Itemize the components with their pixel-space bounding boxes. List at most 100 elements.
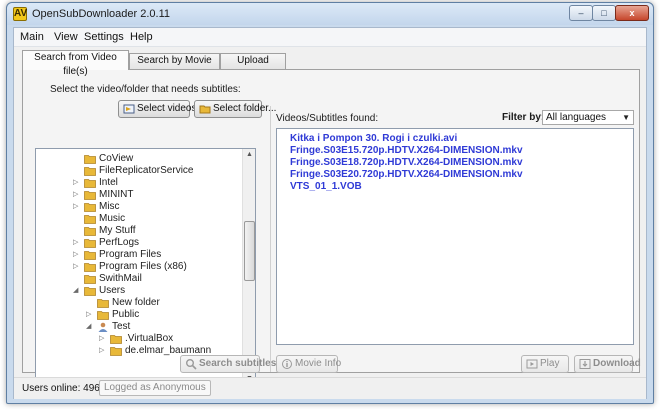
select-folder-button[interactable]: Select folder... — [194, 100, 276, 118]
close-button[interactable]: x — [615, 5, 649, 21]
tab-panel: Select the video/folder that needs subti… — [22, 69, 641, 385]
search-subtitles-button[interactable]: Search subtitles — [180, 355, 276, 373]
list-item[interactable]: Fringe.S03E18.720p.HDTV.X264-DIMENSION.m… — [290, 157, 523, 168]
folder-icon — [97, 299, 109, 308]
found-files-list[interactable]: Kitka i Pompon 30. Rogi i czulki.avi Frin… — [276, 128, 634, 345]
menu-settings[interactable]: Settings — [84, 31, 124, 43]
app-logo-icon: AV — [13, 7, 28, 21]
tree-item[interactable]: ▷ Misc — [36, 201, 241, 213]
menu-bar: Main View Settings Help — [14, 28, 646, 47]
title-bar[interactable]: AV OpenSubDownloader 2.0.11 – □ x — [7, 3, 653, 25]
users-online-count: Users online: 4964 — [22, 383, 106, 394]
tree-item[interactable]: ▷ .VirtualBox — [36, 333, 241, 345]
filter-label: Filter by: — [502, 112, 545, 123]
tree-item[interactable]: ▷ MININT — [36, 189, 241, 201]
play-icon — [526, 359, 538, 369]
tree-item-label: FileReplicatorService — [99, 165, 194, 176]
folder-icon — [84, 215, 96, 224]
list-item[interactable]: Fringe.S03E15.720p.HDTV.X264-DIMENSION.m… — [290, 145, 523, 156]
tree-expander-icon[interactable]: ▷ — [73, 177, 81, 189]
folder-icon — [84, 203, 96, 212]
login-status-badge[interactable]: Logged as Anonymous — [99, 380, 211, 396]
movie-info-button[interactable]: Movie Info — [276, 355, 341, 373]
tree-expander-icon[interactable]: ▷ — [73, 261, 81, 273]
tree-item[interactable]: ▷ Intel — [36, 177, 241, 189]
select-folder-label: Select folder... — [213, 103, 277, 114]
folder-icon — [84, 275, 96, 284]
tree-expander-icon[interactable]: ▷ — [73, 249, 81, 261]
tree-item-label: Misc — [99, 201, 120, 212]
app-window: AV OpenSubDownloader 2.0.11 – □ x Main V… — [6, 2, 654, 404]
menu-view[interactable]: View — [54, 31, 78, 43]
folder-icon — [84, 251, 96, 260]
tree-expander-icon[interactable]: ▷ — [73, 189, 81, 201]
play-label: Play — [540, 358, 560, 369]
tree-item[interactable]: Music — [36, 213, 241, 225]
select-videos-button[interactable]: Select videos... — [118, 100, 205, 118]
language-filter-value: All languages — [546, 112, 607, 123]
folder-icon — [84, 167, 96, 176]
tree-item-label: Program Files — [99, 249, 162, 260]
tree-expander-icon[interactable]: ▷ — [99, 345, 107, 357]
tree-item-label: Users — [99, 285, 126, 296]
folder-icon — [84, 155, 96, 164]
tree-item[interactable]: ◢ Users — [36, 285, 241, 297]
tab-search-from-video[interactable]: Search from Video file(s) — [22, 50, 129, 77]
status-bar: Users online: 4964 Logged as Anonymous — [14, 377, 646, 399]
tree-item[interactable]: New folder — [36, 297, 241, 309]
tab-search-by-movie-name[interactable]: Search by Movie Name — [129, 53, 220, 80]
tree-item-label: MININT — [99, 189, 134, 200]
tree-item[interactable]: CoView — [36, 153, 241, 165]
folder-icon — [84, 239, 96, 248]
tree-item-label: PerfLogs — [99, 237, 140, 248]
tree-item[interactable]: ▷ Program Files (x86) — [36, 261, 241, 273]
folder-icon — [84, 263, 96, 272]
search-subtitles-label: Search subtitles — [199, 358, 277, 369]
found-label: Videos/Subtitles found: — [276, 113, 379, 124]
tree-item-label: Test — [112, 321, 131, 332]
tree-expander-icon[interactable]: ▷ — [73, 201, 81, 213]
tree-item[interactable]: FileReplicatorService — [36, 165, 241, 177]
list-item[interactable]: VTS_01_1.VOB — [290, 181, 362, 192]
folder-icon — [84, 191, 96, 200]
tree-item-label: SwithMail — [99, 273, 142, 284]
maximize-button[interactable]: □ — [592, 5, 616, 21]
tab-upload-subtitles[interactable]: Upload subtitles — [220, 53, 286, 80]
scroll-thumb[interactable] — [244, 221, 255, 281]
tree-expander-icon[interactable]: ▷ — [73, 237, 81, 249]
folder-icon — [84, 179, 96, 188]
language-filter-select[interactable]: All languages ▼ — [542, 110, 634, 125]
tree-expander-icon[interactable]: ▷ — [99, 333, 107, 345]
panel-divider — [270, 106, 271, 372]
tree-item-label: My Stuff — [99, 225, 136, 236]
folder-icon — [110, 335, 122, 344]
tree-item[interactable]: ◢ Test — [36, 321, 241, 333]
tree-item[interactable]: SwithMail — [36, 273, 241, 285]
tree-item-label: Music — [99, 213, 126, 224]
tree-item[interactable]: My Stuff — [36, 225, 241, 237]
folder-icon — [84, 287, 96, 296]
tree-item-label: Program Files (x86) — [99, 261, 187, 272]
tree-expander-icon[interactable]: ▷ — [86, 309, 94, 321]
download-button[interactable]: Download — [574, 355, 641, 373]
list-item[interactable]: Kitka i Pompon 30. Rogi i czulki.avi — [290, 133, 457, 144]
info-icon — [282, 359, 292, 369]
tree-item[interactable]: ▷ PerfLogs — [36, 237, 241, 249]
scroll-up-arrow-icon[interactable]: ▲ — [245, 151, 254, 158]
tree-scrollbar[interactable]: ▲ ▼ — [242, 149, 255, 384]
folder-icon — [199, 105, 211, 114]
menu-help[interactable]: Help — [130, 31, 153, 43]
minimize-button[interactable]: – — [569, 5, 593, 21]
chevron-down-icon: ▼ — [622, 113, 630, 122]
tree-item[interactable]: ▷ Public — [36, 309, 241, 321]
play-button[interactable]: Play — [521, 355, 569, 373]
tree-expander-icon[interactable]: ◢ — [86, 321, 94, 333]
list-item[interactable]: Fringe.S03E20.720p.HDTV.X264-DIMENSION.m… — [290, 169, 523, 180]
window-title: OpenSubDownloader 2.0.11 — [32, 8, 171, 20]
tree-item[interactable]: ▷ Program Files — [36, 249, 241, 261]
tree-expander-icon[interactable]: ◢ — [73, 285, 81, 297]
folder-icon — [84, 227, 96, 236]
folder-icon — [110, 347, 122, 356]
folder-tree[interactable]: ▲ ▼ CoViewFileReplicatorService ▷ Intel ▷ MI… — [35, 148, 256, 385]
menu-main[interactable]: Main — [20, 31, 44, 43]
